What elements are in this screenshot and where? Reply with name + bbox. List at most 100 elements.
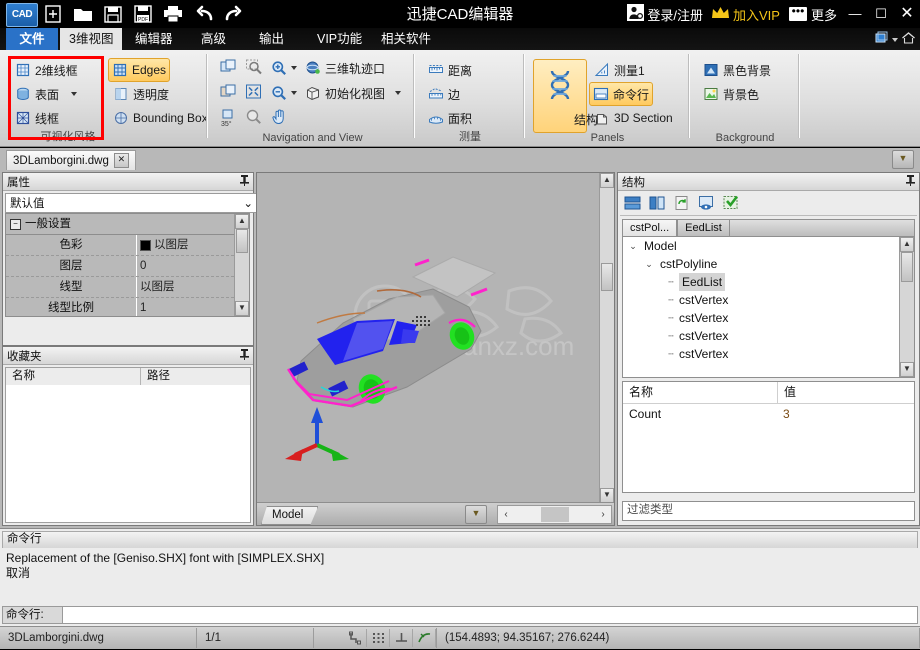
pin-icon[interactable] xyxy=(240,349,249,363)
scroll-right-icon[interactable]: › xyxy=(595,509,611,520)
minimize-button[interactable]: — xyxy=(842,0,868,28)
scroll-down-icon[interactable]: ▼ xyxy=(600,488,614,503)
more-button[interactable]: ••• 更多 xyxy=(784,1,842,27)
ribbon-item-edge[interactable]: 边 xyxy=(425,83,463,105)
ribbon-item-measure1[interactable]: 测量1 xyxy=(591,59,648,81)
zoom-realtime-icon[interactable] xyxy=(244,107,266,129)
document-tab[interactable]: 3DLamborgini.dwg ✕ xyxy=(6,150,136,170)
ribbon-item-distance[interactable]: 距离 xyxy=(425,59,475,81)
property-value-linetype[interactable]: 以图层 xyxy=(136,277,249,297)
scrollbar-thumb[interactable] xyxy=(601,263,613,291)
ribbon-item-wireframe2d[interactable]: 2维线框 xyxy=(12,59,81,81)
property-value-layer[interactable]: 0 xyxy=(136,256,249,276)
ribbon-item-edges[interactable]: Edges xyxy=(108,58,170,82)
tree-node-cstpolyline[interactable]: ⌄ cstPolyline xyxy=(623,255,914,273)
scroll-up-icon[interactable]: ▲ xyxy=(900,237,914,252)
chevron-down-icon[interactable]: ⌄ xyxy=(645,255,653,273)
preview-icon[interactable] xyxy=(698,195,715,214)
property-row-linetype[interactable]: 线型 以图层 xyxy=(6,277,249,298)
pin-icon[interactable] xyxy=(906,175,915,189)
model-tab[interactable]: Model xyxy=(261,506,318,525)
hscrollbar-thumb[interactable] xyxy=(541,507,569,522)
ribbon-item-zoom-out[interactable] xyxy=(268,82,300,104)
menu-item-related-software[interactable]: 相关软件 xyxy=(372,28,440,50)
viewport-tab-dropdown[interactable]: ▼ xyxy=(465,505,487,524)
close-button[interactable]: ✕ xyxy=(894,0,920,28)
properties-group-header-row[interactable]: − 一般设置 xyxy=(6,214,249,235)
zoom-extents-icon[interactable] xyxy=(244,82,266,104)
model-viewport[interactable]: anxz.com xyxy=(256,172,615,526)
structure-tab-eedlist[interactable]: EedList xyxy=(677,219,730,236)
properties-scrollbar[interactable]: ▲ ▼ xyxy=(234,214,249,316)
refresh-icon[interactable] xyxy=(674,195,690,214)
scroll-down-icon[interactable]: ▼ xyxy=(900,362,914,377)
tree-node-cstvertex[interactable]: ┄ cstVertex xyxy=(623,327,914,345)
ribbon-item-area[interactable]: 面积 xyxy=(425,107,475,129)
properties-value-selector[interactable]: 默认值 ⌄ xyxy=(5,193,258,213)
scroll-up-icon[interactable]: ▲ xyxy=(235,214,249,229)
restore-window-icon[interactable] xyxy=(873,30,889,49)
property-row-color[interactable]: 色彩 以图层 xyxy=(6,235,249,256)
home-icon[interactable] xyxy=(901,31,916,48)
menu-item-vip[interactable]: VIP功能 xyxy=(308,28,371,50)
scrollbar-thumb[interactable] xyxy=(236,229,248,253)
ribbon-item-bounding-box[interactable]: Bounding Box xyxy=(110,107,211,129)
hand-pan-icon[interactable] xyxy=(270,107,292,129)
viewport-horizontal-scrollbar[interactable]: ‹ › xyxy=(497,505,612,524)
chevron-down-icon[interactable]: ⌄ xyxy=(629,237,637,255)
scroll-left-icon[interactable]: ‹ xyxy=(498,509,514,520)
scrollbar-thumb[interactable] xyxy=(901,252,913,282)
pan-window-icon[interactable] xyxy=(218,57,240,79)
ribbon-item-3d-section[interactable]: 3D Section xyxy=(591,107,676,129)
ribbon-item-transparency[interactable]: 透明度 xyxy=(110,83,172,105)
login-register-button[interactable]: 登录/注册 xyxy=(623,1,707,27)
split-horizontal-icon[interactable] xyxy=(624,195,641,214)
chevron-down-icon[interactable]: ⌄ xyxy=(243,196,253,210)
structure-grid-col-value[interactable]: 值 xyxy=(778,382,914,403)
collapse-icon[interactable]: − xyxy=(10,219,21,230)
structure-tree[interactable]: ⌄ Model ⌄ cstPolyline ┄ EedList ┄ cstVer… xyxy=(622,236,915,378)
menu-item-file[interactable]: 文件 xyxy=(6,28,58,50)
ortho-icon[interactable] xyxy=(390,629,413,647)
tree-node-cstvertex[interactable]: ┄ cstVertex xyxy=(623,345,914,363)
ribbon-item-background-color[interactable]: 背景色 xyxy=(700,83,762,105)
viewport-canvas[interactable]: anxz.com xyxy=(257,173,599,525)
menu-item-3d-view[interactable]: 3维视图 xyxy=(60,28,122,50)
ribbon-item-black-background[interactable]: 黑色背景 xyxy=(700,59,774,81)
ribbon-item-orbit[interactable]: 三维轨迹口 xyxy=(302,57,388,79)
favorites-list-body[interactable] xyxy=(5,385,251,523)
structure-grid-col-name[interactable]: 名称 xyxy=(623,382,778,403)
rotate-35-icon[interactable]: 35° xyxy=(218,107,240,129)
select-all-icon[interactable] xyxy=(723,195,741,214)
ribbon-item-zoom-in[interactable] xyxy=(268,57,300,79)
tree-node-cstvertex[interactable]: ┄ cstVertex xyxy=(623,291,914,309)
scroll-up-icon[interactable]: ▲ xyxy=(600,173,614,188)
structure-tab-cstpolyline[interactable]: cstPol... xyxy=(622,219,677,236)
structure-filter-input[interactable]: 过滤类型 xyxy=(622,501,915,521)
menu-item-editor[interactable]: 编辑器 xyxy=(126,28,182,50)
menu-item-output[interactable]: 输出 xyxy=(250,28,293,50)
grid-icon[interactable] xyxy=(367,629,390,647)
chevron-down-icon[interactable] xyxy=(395,91,401,95)
command-log[interactable]: Replacement of the [Geniso.SHX] font wit… xyxy=(2,548,918,610)
zoom-previous-icon[interactable] xyxy=(218,82,240,104)
chevron-down-icon[interactable] xyxy=(71,92,77,96)
property-value-color[interactable]: 以图层 xyxy=(136,235,249,255)
polar-icon[interactable] xyxy=(413,629,436,647)
structure-tree-scrollbar[interactable]: ▲ ▼ xyxy=(899,237,914,377)
ribbon-item-command-line[interactable]: 命令行 xyxy=(589,82,653,106)
favorites-column-name[interactable]: 名称 xyxy=(6,368,141,386)
property-row-layer[interactable]: 图层 0 xyxy=(6,256,249,277)
property-row-linetype-scale[interactable]: 线型比例 1 xyxy=(6,298,249,317)
zoom-window-icon[interactable] xyxy=(244,57,266,79)
structure-button[interactable]: 结构 xyxy=(533,59,587,133)
tabstrip-dropdown-button[interactable]: ▼ xyxy=(892,150,914,169)
chevron-down-icon[interactable] xyxy=(291,66,297,70)
snap-icon[interactable] xyxy=(344,629,367,647)
split-vertical-icon[interactable] xyxy=(649,195,666,214)
viewport-vertical-scrollbar[interactable]: ▲ ▼ xyxy=(599,173,614,525)
pin-icon[interactable] xyxy=(240,175,249,189)
chevron-down-icon[interactable] xyxy=(291,91,297,95)
property-value-linetype-scale[interactable]: 1 xyxy=(136,298,249,317)
close-icon[interactable]: ✕ xyxy=(114,153,129,168)
